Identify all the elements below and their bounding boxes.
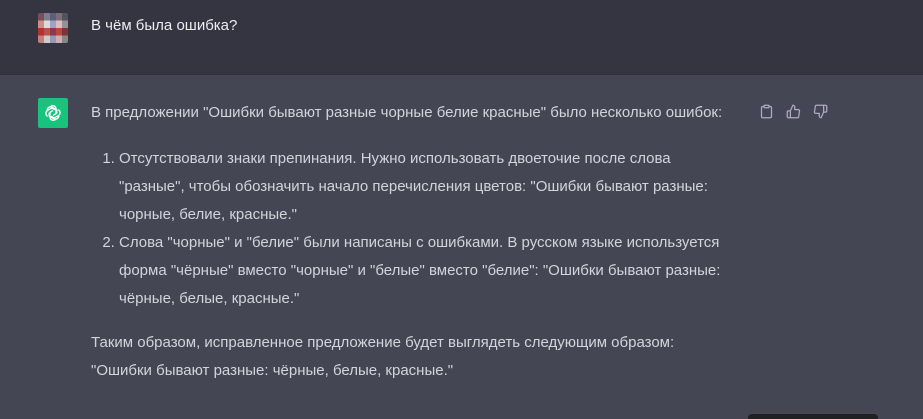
clipboard-icon[interactable] bbox=[757, 102, 775, 120]
error-list: Отсутствовали знаки препинания. Нужно ис… bbox=[91, 145, 731, 313]
input-area-edge bbox=[748, 414, 878, 419]
user-avatar bbox=[38, 13, 68, 43]
thumbs-up-icon[interactable] bbox=[784, 102, 802, 120]
user-message-text: В чём была ошибка? bbox=[91, 17, 238, 34]
assistant-intro: В предложении "Ошибки бывают разные чорн… bbox=[91, 104, 723, 121]
assistant-message-content: В предложении "Ошибки бывают разные чорн… bbox=[91, 99, 731, 385]
user-message-row: В чём была ошибка? bbox=[0, 0, 923, 75]
assistant-conclusion: Таким образом, исправленное предложение … bbox=[91, 334, 675, 379]
list-item: Слова "чорные" и "белие" были написаны с… bbox=[119, 229, 731, 313]
message-actions bbox=[757, 102, 829, 120]
assistant-message-row: В предложении "Ошибки бывают разные чорн… bbox=[0, 75, 923, 419]
openai-logo-icon bbox=[38, 98, 68, 128]
list-item: Отсутствовали знаки препинания. Нужно ис… bbox=[119, 145, 731, 229]
thumbs-down-icon[interactable] bbox=[811, 102, 829, 120]
